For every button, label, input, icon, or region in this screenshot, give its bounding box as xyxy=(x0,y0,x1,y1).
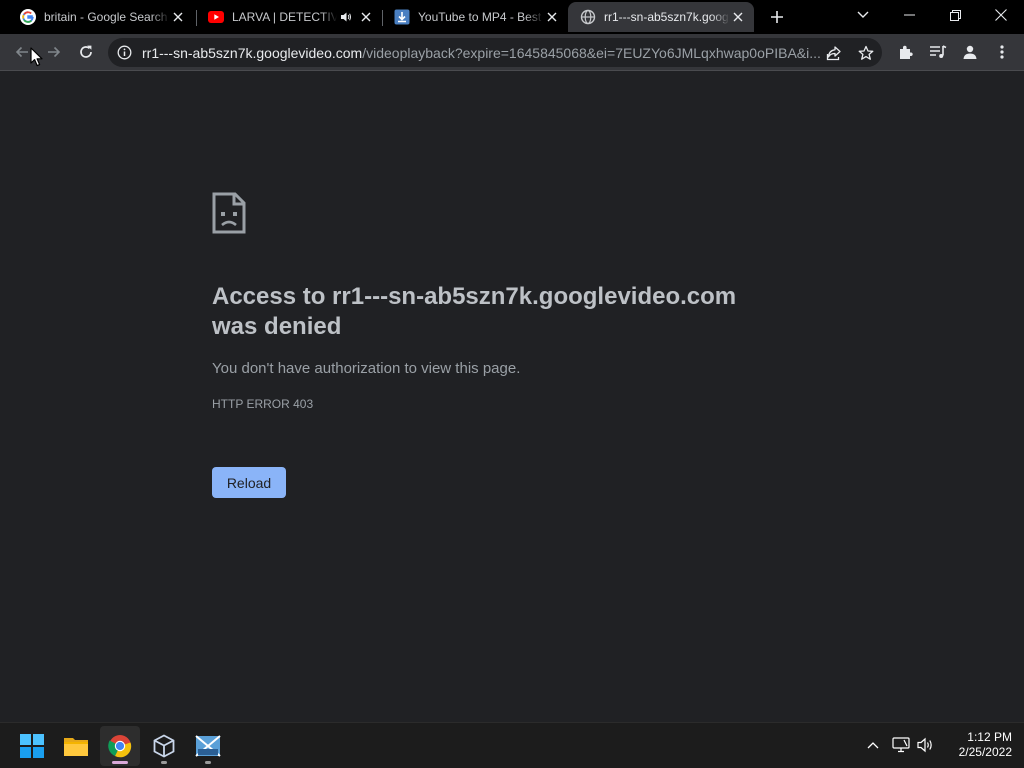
video-editor-icon[interactable] xyxy=(188,726,228,766)
bookmark-star-icon[interactable] xyxy=(854,41,878,65)
reload-icon[interactable] xyxy=(72,38,100,66)
globe-icon xyxy=(580,9,596,25)
virtualbox-cube-icon[interactable] xyxy=(144,726,184,766)
network-icon[interactable] xyxy=(890,733,912,757)
url-path: /videoplayback?expire=1645845068&ei=7EUZ… xyxy=(362,45,821,61)
url-text[interactable]: rr1---sn-ab5szn7k.googlevideo.com/videop… xyxy=(142,45,822,61)
error-description: You don't have authorization to view thi… xyxy=(212,360,521,377)
info-icon[interactable] xyxy=(116,44,133,61)
close-window-icon[interactable] xyxy=(978,0,1024,30)
error-title: Access to rr1---sn-ab5szn7k.googlevideo.… xyxy=(212,283,737,340)
mouse-cursor-icon xyxy=(30,47,44,67)
file-explorer-icon[interactable] xyxy=(56,726,96,766)
tab-search-chevron-down-icon[interactable] xyxy=(840,0,886,30)
extensions-puzzle-icon[interactable] xyxy=(892,38,920,66)
youtube-icon xyxy=(208,9,224,25)
profile-avatar-icon[interactable] xyxy=(956,38,984,66)
tab-larva-detective[interactable]: LARVA | DETECTIVE xyxy=(196,2,382,32)
kebab-menu-icon[interactable] xyxy=(988,38,1016,66)
tab-youtube-to-mp4[interactable]: YouTube to MP4 - Best xyxy=(382,2,568,32)
tab-title: YouTube to MP4 - Best xyxy=(418,10,542,24)
sad-page-icon xyxy=(212,192,246,234)
address-bar[interactable]: rr1---sn-ab5szn7k.googlevideo.com/videop… xyxy=(108,38,882,67)
system-clock[interactable]: 1:12 PM 2/25/2022 xyxy=(930,730,1012,760)
tab-googlevideo[interactable]: rr1---sn-ab5szn7k.goog xyxy=(568,2,754,32)
reload-button[interactable]: Reload xyxy=(212,467,286,498)
tab-google-search[interactable]: britain - Google Search xyxy=(8,2,194,32)
download-arrow-icon xyxy=(394,9,410,25)
tab-close-icon[interactable] xyxy=(544,9,560,25)
google-g-icon xyxy=(20,9,36,25)
tab-close-icon[interactable] xyxy=(730,9,746,25)
new-tab-plus-icon[interactable] xyxy=(766,6,788,28)
tab-title: britain - Google Search xyxy=(44,10,168,24)
tab-close-icon[interactable] xyxy=(170,9,186,25)
speaker-icon[interactable] xyxy=(339,10,352,24)
tab-title: LARVA | DETECTIVE xyxy=(232,10,338,24)
url-host: rr1---sn-ab5szn7k.googlevideo.com xyxy=(142,45,363,61)
tab-title: rr1---sn-ab5szn7k.goog xyxy=(604,10,729,24)
windows-start-icon[interactable] xyxy=(12,726,52,766)
minimize-icon[interactable] xyxy=(886,0,932,30)
taskbar: 1:12 PM 2/25/2022 xyxy=(0,722,1024,768)
tab-close-icon[interactable] xyxy=(358,9,374,25)
restore-icon[interactable] xyxy=(932,0,978,30)
tab-strip: britain - Google Search LARVA | DETECTIV… xyxy=(0,0,1024,34)
chevron-up-icon[interactable] xyxy=(862,733,884,757)
forward-arrow-icon[interactable] xyxy=(40,38,68,66)
browser-toolbar: rr1---sn-ab5szn7k.googlevideo.com/videop… xyxy=(0,34,1024,71)
clock-date: 2/25/2022 xyxy=(958,745,1012,759)
error-page: Access to rr1---sn-ab5szn7k.googlevideo.… xyxy=(0,71,1024,722)
chrome-taskbar-icon[interactable] xyxy=(100,726,140,766)
error-code: HTTP ERROR 403 xyxy=(212,397,314,411)
media-control-icon[interactable] xyxy=(924,38,952,66)
clock-time: 1:12 PM xyxy=(967,730,1012,744)
share-icon[interactable] xyxy=(822,41,846,65)
